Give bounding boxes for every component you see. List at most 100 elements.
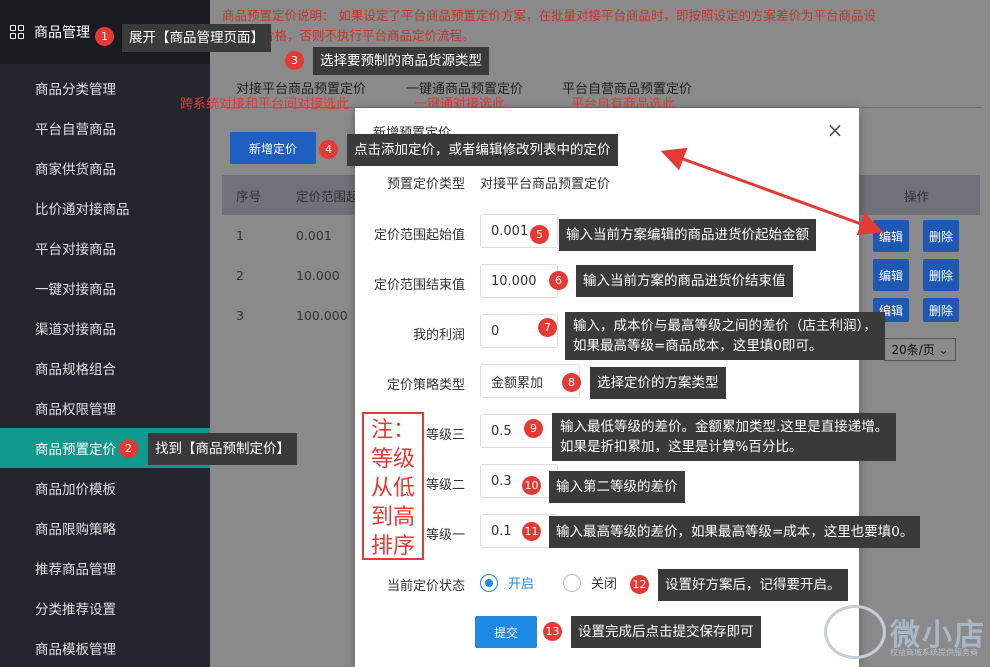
annotation-tip-line: 输入，成本价与最高等级之间的差价（店主利润）， [573, 318, 877, 334]
range-end-value: 10.000 [491, 273, 537, 289]
status-on-radio[interactable]: 开启 [480, 573, 534, 592]
range-end-input[interactable]: 10.000 [480, 264, 558, 298]
tab-note-platform: 跨系统对接和平台间对接选此 [180, 97, 350, 112]
level-2-value: 0.3 [491, 473, 512, 489]
level-3-value: 0.5 [491, 423, 512, 439]
sidebar-item-category-recommend[interactable]: 分类推荐设置 [0, 588, 210, 628]
sidebar-item-merchant-supply[interactable]: 商家供货商品 [0, 148, 210, 188]
submit-button[interactable]: 提交 [475, 616, 537, 648]
annotation-tip: 选择定价的方案类型 [590, 367, 726, 399]
annotation-tip-line: 输入最低等级的差价。金额累加类型.这里是直接递增。 [560, 419, 889, 435]
level-3-input[interactable]: 0.5 [480, 414, 558, 448]
edit-button[interactable]: 编辑 [873, 220, 909, 252]
sidebar-item-recommend[interactable]: 推荐商品管理 [0, 548, 210, 588]
annotation-badge: 4 [319, 140, 338, 159]
cell-start: 100.000 [296, 307, 348, 323]
annotation-badge: 9 [524, 419, 543, 438]
sidebar-item-platform-dock[interactable]: 平台对接商品 [0, 228, 210, 268]
label-level-3: 等级三 [425, 428, 465, 443]
cell-start: 10.000 [296, 267, 340, 283]
annotation-tip: 点击添加定价，或者编辑修改列表中的定价 [347, 134, 618, 166]
cell-no: 3 [236, 307, 244, 323]
annotation-badge: 1 [95, 27, 114, 46]
label-strategy-type: 定价策略类型 [386, 378, 465, 393]
value-pricing-type: 对接平台商品预置定价 [480, 177, 611, 192]
level-1-value: 0.1 [491, 523, 512, 539]
annotation-badge: 8 [562, 373, 581, 392]
annotation-tip: 输入当前方案的商品进货价结束值 [576, 265, 793, 297]
cell-no: 1 [236, 227, 244, 243]
radio-unchecked-icon [563, 573, 581, 592]
sidebar-item-self-operated[interactable]: 平台自营商品 [0, 108, 210, 148]
cell-no: 2 [236, 267, 244, 283]
annotation-badge: 12 [630, 575, 649, 594]
strategy-type-value: 金额累加 [491, 375, 544, 391]
col-header-no: 序号 [236, 188, 262, 204]
status-off-radio[interactable]: 关闭 [563, 573, 617, 592]
annotation-tip: 输入当前方案编辑的商品进货价起始金额 [559, 219, 816, 251]
annotation-badge: 11 [522, 522, 541, 541]
label-pricing-type: 预置定价类型 [386, 177, 465, 192]
annotation-tip: 输入，成本价与最高等级之间的差价（店主利润）， 如果最高等级=商品成本，这里填0… [565, 312, 885, 360]
notice-line-2: 价格，否则不执行平台商品定价流程。 [262, 28, 475, 43]
annotation-badge: 7 [538, 318, 557, 337]
page-size-select[interactable]: 20条/页 ⌄ [884, 338, 956, 361]
sidebar-menu: 商品分类管理 平台自营商品 商家供货商品 比价通对接商品 平台对接商品 一键对接… [0, 68, 210, 667]
sidebar-item-purchase-limit[interactable]: 商品限购策略 [0, 508, 210, 548]
annotation-badge: 13 [543, 622, 562, 641]
annotation-badge: 10 [522, 476, 541, 495]
annotation-tip: 选择要预制的商品货源类型 [313, 47, 489, 75]
annotation-tip: 设置完成后点击提交保存即可 [571, 616, 761, 648]
status-on-label: 开启 [508, 577, 535, 592]
annotation-badge: 3 [285, 51, 304, 70]
annotation-tip: 设置好方案后，记得要开启。 [658, 569, 848, 601]
radio-checked-icon [480, 573, 498, 592]
delete-button[interactable]: 删除 [923, 259, 959, 291]
watermark: 微小店 权益商城系统提供服务商 [824, 605, 986, 659]
sidebar-item-goods-template[interactable]: 商品模板管理 [0, 628, 210, 667]
pricing-notice: 商品预置定价说明： 如果设定了平台商品预置定价方案，在批量对接平台商品时，即按照… [222, 6, 982, 46]
label-range-start: 定价范围起始值 [373, 228, 465, 243]
delete-button[interactable]: 删除 [923, 220, 959, 252]
page-size-value: 20条/页 [891, 343, 935, 357]
level-2-input[interactable]: 0.3 [480, 464, 558, 498]
annotation-badge: 5 [530, 225, 549, 244]
close-icon[interactable]: × [825, 118, 845, 142]
annotation-tip: 展开【商品管理页面】 [122, 24, 271, 52]
label-status: 当前定价状态 [386, 579, 465, 594]
sidebar-item-category[interactable]: 商品分类管理 [0, 68, 210, 108]
annotation-tip-line: 如果是折扣累加，这里是计算%百分比。 [560, 439, 803, 455]
annotation-tip: 输入最低等级的差价。金额累加类型.这里是直接递增。 如果是折扣累加，这里是计算%… [552, 413, 897, 461]
add-pricing-button[interactable]: 新增定价 [230, 132, 316, 164]
sidebar-item-one-click-dock[interactable]: 一键对接商品 [0, 268, 210, 308]
edit-button[interactable]: 编辑 [873, 259, 909, 291]
label-range-end: 定价范围结束值 [373, 278, 465, 293]
sidebar-item-markup-template[interactable]: 商品加价模板 [0, 468, 210, 508]
label-level-1: 等级一 [425, 528, 465, 543]
sidebar-item-permission[interactable]: 商品权限管理 [0, 388, 210, 428]
sidebar-item-channel-dock[interactable]: 渠道对接商品 [0, 308, 210, 348]
status-off-label: 关闭 [591, 577, 618, 592]
watermark-subtext: 权益商城系统提供服务商 [890, 648, 978, 657]
delete-button[interactable]: 删除 [923, 298, 959, 322]
range-start-value: 0.001 [491, 223, 529, 239]
sidebar-item-price-compare[interactable]: 比价通对接商品 [0, 188, 210, 228]
cell-start: 0.001 [296, 227, 332, 243]
annotation-tip: 输入第二等级的差价 [549, 471, 685, 503]
sidebar-header-label: 商品管理 [34, 25, 90, 41]
annotation-tip: 输入最高等级的差价，如果最高等级=成本，这里也要填0。 [549, 516, 921, 548]
notice-line-1: 商品预置定价说明： 如果设定了平台商品预置定价方案，在批量对接平台商品时，即按照… [222, 8, 876, 23]
chevron-down-icon: ⌄ [938, 343, 949, 357]
label-level-2: 等级二 [425, 478, 465, 493]
col-header-start: 定价范围起 [296, 188, 359, 204]
annotation-badge: 6 [549, 271, 568, 290]
sidebar: 商品管理 商品分类管理 平台自营商品 商家供货商品 比价通对接商品 平台对接商品… [0, 0, 210, 667]
annotation-tip-line: 如果最高等级=商品成本，这里填0即可。 [573, 338, 823, 354]
sidebar-item-spec-combo[interactable]: 商品规格组合 [0, 348, 210, 388]
level-1-input[interactable]: 0.1 [480, 514, 558, 548]
apps-icon [10, 25, 24, 39]
house-logo-icon [824, 605, 886, 659]
annotation-badge: 2 [119, 439, 138, 458]
col-header-actions: 操作 [904, 188, 930, 204]
label-my-profit: 我的利润 [412, 328, 465, 343]
